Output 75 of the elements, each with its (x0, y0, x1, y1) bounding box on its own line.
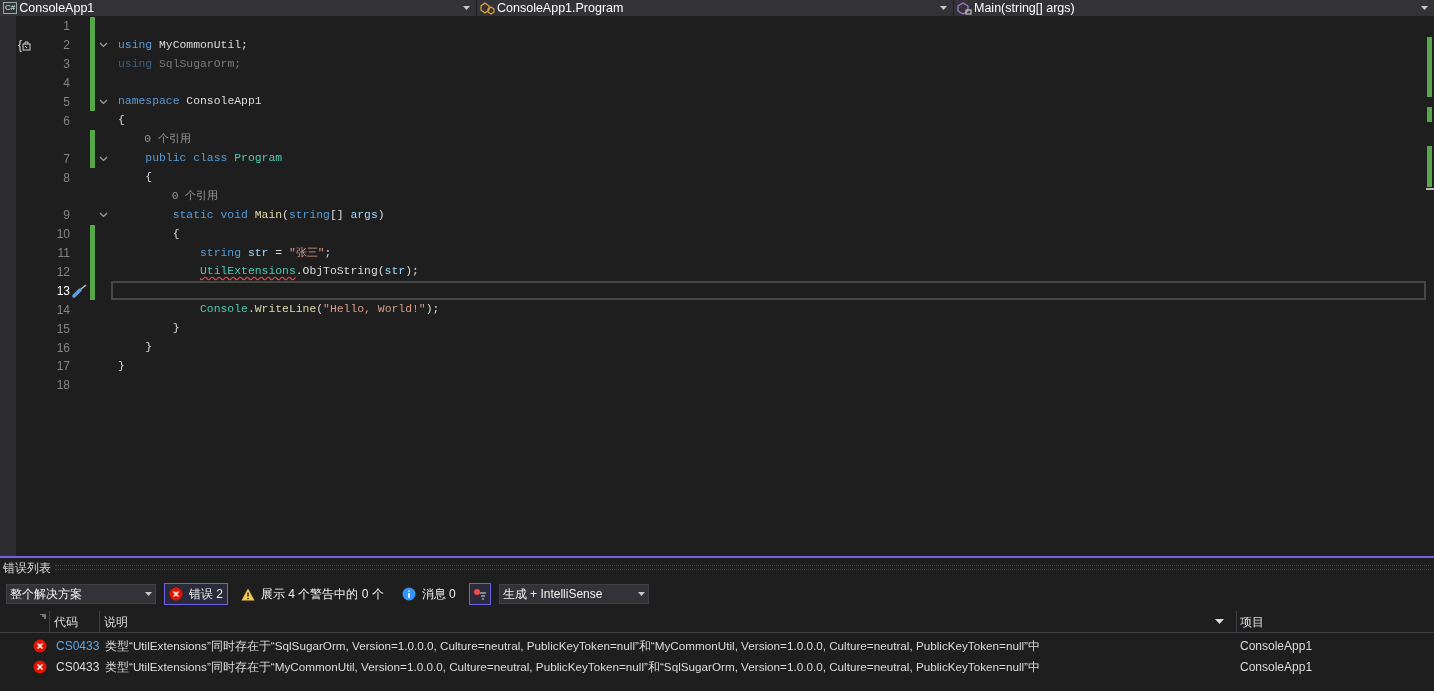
column-header[interactable]: 说明 (104, 612, 1215, 631)
navigation-dropdown[interactable]: C# ConsoleApp1 (0, 0, 476, 16)
error-description: 类型“UtilExtensions”同时存在于“SqlSugarOrm, Version=1.0.0.0, Culture=neutral, PublicKeyToken=null”和“MyCommonUtil, Version=1.0.0.0, Culture=neutral, PublicKeyToken=null”中 (105, 638, 1040, 652)
navigation-dropdown[interactable]: Main(string[] args) (954, 0, 1434, 16)
error-icon (33, 638, 47, 653)
line-number: 2 (63, 39, 70, 52)
dropdown-caret-icon (463, 6, 470, 10)
error-icon (33, 659, 47, 674)
line-number: 16 (56, 341, 70, 354)
reference-count-lens[interactable]: 0 个引用 (171, 189, 219, 202)
sort-indicator-icon[interactable] (40, 614, 46, 620)
code-line: } (145, 340, 153, 356)
code-line: string str = "张三"; (200, 245, 332, 261)
filter-button[interactable]: 消息 0 (396, 583, 461, 605)
column-filter-icon[interactable] (1215, 619, 1224, 624)
line-number: 8 (63, 171, 70, 184)
code-line: using MyCommonUtil; (118, 37, 248, 53)
error-icon (169, 587, 183, 601)
screwdriver-icon[interactable] (72, 283, 88, 298)
collapse-chevron-icon[interactable] (99, 155, 108, 162)
reference-count-lens[interactable]: 0 个引用 (144, 133, 191, 146)
line-number: 17 (56, 360, 70, 373)
dropdown-caret-icon (940, 6, 947, 10)
project-name: ConsoleApp1 (1240, 638, 1313, 653)
error-description: 类型“UtilExtensions”同时存在于“MyCommonUtil, Version=1.0.0.0, Culture=neutral, PublicKeyToken=null”和“SqlSugarOrm, Version=1.0.0.0, Culture=neutral, PublicKeyToken=null”中 (105, 659, 1040, 673)
dropdown-caret-icon (145, 592, 152, 596)
code-line: Console.WriteLine("Hello, World!"); (200, 302, 440, 318)
line-number: 7 (63, 152, 70, 165)
line-number: 11 (57, 247, 70, 260)
info-icon (401, 587, 416, 601)
line-number: 10 (56, 228, 70, 241)
line-number: 9 (63, 209, 70, 222)
line-number: 18 (56, 379, 70, 392)
collapse-chevron-icon[interactable] (99, 42, 108, 49)
code-line: } (118, 358, 125, 374)
filter-button[interactable]: 错误 2 (164, 583, 228, 605)
code-line: { (118, 113, 125, 129)
warning-icon (241, 587, 255, 601)
line-number: 4 (63, 77, 70, 90)
dropdown-caret-icon (637, 592, 645, 596)
dropdown-caret-icon (1421, 6, 1428, 10)
line-number: 5 (63, 96, 70, 108)
filter-button[interactable]: 展示 4 个警告中的 0 个 (236, 583, 389, 605)
column-header[interactable]: 代码 (50, 611, 100, 632)
code-line: namespace ConsoleApp1 (118, 94, 262, 110)
line-number: 13 (56, 284, 70, 297)
navigation-dropdown[interactable]: ConsoleApp1.Program (477, 0, 953, 16)
line-number: 6 (63, 114, 70, 127)
line-number: 12 (56, 266, 70, 278)
namespace-import-glyph: { (18, 39, 31, 52)
code-line: } (172, 321, 180, 337)
code-line: static void Main(string[] args) (172, 207, 385, 223)
class-icon (480, 1, 495, 15)
collapse-chevron-icon[interactable] (99, 99, 108, 105)
collapse-chevron-icon[interactable] (99, 212, 108, 219)
error-code[interactable]: CS0433 (56, 638, 100, 653)
code-line: { (145, 170, 153, 185)
column-header[interactable]: 项目 (1237, 611, 1434, 632)
code-line: UtilExtensions.ObjToString(str); (200, 264, 419, 280)
source-dropdown[interactable]: 生成 + IntelliSense (498, 584, 649, 604)
line-number: 3 (63, 58, 70, 71)
project-icon: C# (3, 2, 18, 14)
project-name: ConsoleApp1 (1240, 659, 1313, 674)
code-line: public class Program (145, 151, 283, 167)
error-code[interactable]: CS0433 (56, 659, 100, 674)
line-number: 1 (63, 20, 70, 33)
filter-toggle-button[interactable] (468, 583, 491, 605)
method-icon (957, 1, 972, 15)
code-line: { (172, 226, 180, 242)
panel-title: 错误列表 (3, 559, 51, 577)
filter-icon (472, 588, 487, 600)
line-number: 15 (56, 322, 70, 335)
code-line: using SqlSugarOrm; (118, 56, 242, 72)
line-number: 14 (56, 303, 70, 316)
scope-dropdown[interactable]: 整个解决方案 (6, 584, 156, 604)
